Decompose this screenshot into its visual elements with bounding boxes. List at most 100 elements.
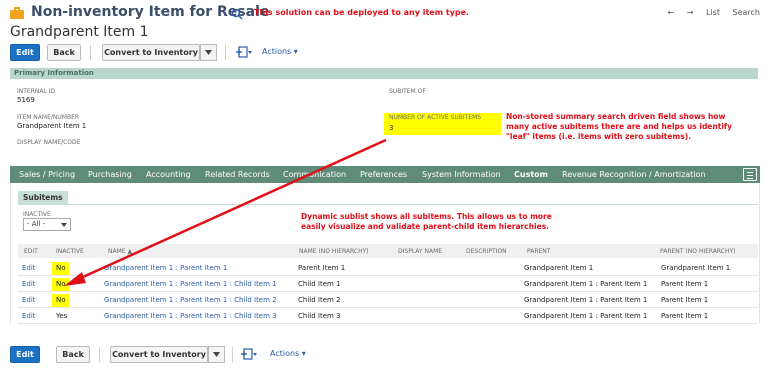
- display-name-label: DISPLAY NAME/CODE: [17, 139, 81, 146]
- list-link[interactable]: List: [706, 8, 720, 17]
- row-inactive: No: [56, 296, 66, 304]
- toolbar-divider: [225, 45, 226, 60]
- tab-revenue-recognition[interactable]: Revenue Recognition / Amortization: [562, 166, 706, 183]
- primary-info-section-header[interactable]: Primary Information: [10, 68, 758, 79]
- new-record-icon[interactable]: [235, 45, 253, 59]
- table-row: Edit No Grandparent Item 1 : Parent Item…: [18, 292, 758, 308]
- tab-custom[interactable]: Custom: [514, 166, 548, 183]
- row-name-link[interactable]: Grandparent Item 1 : Parent Item 1: [104, 264, 227, 272]
- table-row: Edit No Grandparent Item 1 : Parent Item…: [18, 276, 758, 292]
- subitems-subtab[interactable]: Subitems: [18, 191, 68, 204]
- back-button[interactable]: Back: [56, 346, 90, 363]
- record-navigation: ← → List Search: [657, 8, 760, 17]
- annotation-line: Dynamic sublist shows all subitems. This…: [301, 212, 552, 221]
- annotation-line: easily visualize and validate parent-chi…: [301, 222, 550, 231]
- tab-sales-pricing[interactable]: Sales / Pricing: [19, 166, 75, 183]
- active-subitems-label: NUMBER OF ACTIVE SUBITEMS: [389, 114, 482, 121]
- deploy-annotation: This solution can be deployed to any ite…: [254, 8, 470, 17]
- annotation-line: many active subitems there are and helps…: [506, 122, 733, 131]
- new-record-icon[interactable]: [240, 347, 258, 361]
- tab-system-information[interactable]: System Information: [422, 166, 501, 183]
- tab-menu-icon[interactable]: [743, 168, 757, 181]
- convert-dropdown-button[interactable]: [200, 44, 217, 61]
- item-name-label: ITEM NAME/NUMBER: [17, 114, 80, 121]
- edit-button[interactable]: Edit: [10, 346, 40, 363]
- internal-id-value: 5169: [17, 96, 35, 104]
- forward-arrow-icon[interactable]: →: [687, 8, 694, 17]
- internal-id-label: INTERNAL ID: [17, 88, 56, 95]
- tab-purchasing[interactable]: Purchasing: [88, 166, 132, 183]
- row-edit-link[interactable]: Edit: [22, 280, 36, 288]
- col-edit: EDIT: [24, 248, 38, 255]
- row-name-no-hierarchy: Child Item 1: [298, 280, 341, 288]
- back-arrow-icon[interactable]: ←: [667, 8, 674, 17]
- row-name-no-hierarchy: Parent Item 1: [298, 264, 346, 272]
- toolbar-divider: [90, 45, 91, 60]
- back-button[interactable]: Back: [47, 44, 81, 61]
- sublist-annotation: Dynamic sublist shows all subitems. This…: [301, 212, 552, 232]
- annotation-line: Non-stored summary search driven field s…: [506, 112, 726, 121]
- row-parent-no-hierarchy: Parent Item 1: [661, 296, 709, 304]
- row-inactive: No: [56, 264, 66, 272]
- row-parent: Grandparent Item 1 : Parent Item 1: [524, 296, 648, 304]
- tab-accounting[interactable]: Accounting: [146, 166, 191, 183]
- toolbar-divider: [232, 347, 233, 362]
- filter-selected-value: - All -: [27, 220, 46, 228]
- row-edit-link[interactable]: Edit: [22, 312, 36, 320]
- row-name-link[interactable]: Grandparent Item 1 : Parent Item 1 : Chi…: [104, 312, 277, 320]
- convert-to-inventory-button[interactable]: Convert to Inventory: [102, 44, 200, 61]
- row-inactive: Yes: [56, 312, 68, 320]
- row-parent: Grandparent Item 1 : Parent Item 1: [524, 312, 648, 320]
- col-name[interactable]: NAME ▲: [108, 248, 132, 255]
- edit-button[interactable]: Edit: [10, 44, 40, 61]
- row-name-link[interactable]: Grandparent Item 1 : Parent Item 1 : Chi…: [104, 280, 277, 288]
- actions-menu[interactable]: Actions ▾: [262, 47, 298, 56]
- row-inactive: No: [56, 280, 66, 288]
- col-parent-no-hierarchy[interactable]: PARENT (NO HIERARCHY): [660, 248, 736, 255]
- col-display-name[interactable]: DISPLAY NAME: [398, 248, 442, 255]
- table-row: Edit Yes Grandparent Item 1 : Parent Ite…: [18, 308, 758, 324]
- annotation-line: "leaf" items (i.e. items with zero subit…: [506, 132, 691, 141]
- col-name-no-hierarchy[interactable]: NAME (NO HIERARCHY): [299, 248, 369, 255]
- row-edit-link[interactable]: Edit: [22, 264, 36, 272]
- row-parent-no-hierarchy: Parent Item 1: [661, 280, 709, 288]
- tab-related-records[interactable]: Related Records: [205, 166, 270, 183]
- item-record-icon: [10, 7, 24, 19]
- subitem-of-label: SUBITEM OF: [389, 88, 426, 95]
- row-parent-no-hierarchy: Grandparent Item 1: [661, 264, 731, 272]
- item-name-value: Grandparent Item 1: [17, 122, 87, 130]
- summary-field-annotation: Non-stored summary search driven field s…: [506, 112, 732, 142]
- row-edit-link[interactable]: Edit: [22, 296, 36, 304]
- subtab-divider: [18, 204, 758, 205]
- convert-dropdown-button[interactable]: [208, 346, 225, 363]
- search-icon[interactable]: [231, 8, 243, 20]
- inactive-filter-label: INACTIVE: [23, 211, 51, 218]
- col-inactive[interactable]: INACTIVE: [56, 248, 84, 255]
- bottom-toolbar: Edit Back Convert to Inventory Actions ▾: [10, 346, 410, 363]
- col-parent[interactable]: PARENT: [527, 248, 550, 255]
- page-title: Grandparent Item 1: [10, 24, 149, 40]
- row-name-no-hierarchy: Child Item 2: [298, 296, 341, 304]
- row-name-no-hierarchy: Child Item 3: [298, 312, 341, 320]
- actions-menu[interactable]: Actions ▾: [270, 349, 306, 358]
- active-subitems-value: 3: [389, 124, 394, 132]
- row-name-link[interactable]: Grandparent Item 1 : Parent Item 1 : Chi…: [104, 296, 277, 304]
- convert-to-inventory-button[interactable]: Convert to Inventory: [110, 346, 208, 363]
- record-header: Non-inventory Item for Resale This solut…: [10, 4, 760, 24]
- tab-communication[interactable]: Communication: [283, 166, 346, 183]
- chevron-down-icon: [205, 50, 212, 55]
- row-parent-no-hierarchy: Parent Item 1: [661, 312, 709, 320]
- top-toolbar: Edit Back Convert to Inventory Actions ▾: [10, 44, 410, 61]
- table-row: Edit No Grandparent Item 1 : Parent Item…: [18, 260, 758, 276]
- row-parent: Grandparent Item 1 : Parent Item 1: [524, 280, 648, 288]
- inactive-filter-select[interactable]: - All -: [23, 218, 71, 231]
- section-title: Primary Information: [14, 69, 94, 77]
- tab-preferences[interactable]: Preferences: [360, 166, 407, 183]
- row-parent: Grandparent Item 1: [524, 264, 594, 272]
- toolbar-divider: [99, 347, 100, 362]
- chevron-down-icon: [61, 223, 67, 227]
- subtab-bar: Sales / Pricing Purchasing Accounting Re…: [10, 166, 760, 183]
- chevron-down-icon: [213, 352, 220, 357]
- search-link[interactable]: Search: [733, 8, 760, 17]
- col-description[interactable]: DESCRIPTION: [466, 248, 507, 255]
